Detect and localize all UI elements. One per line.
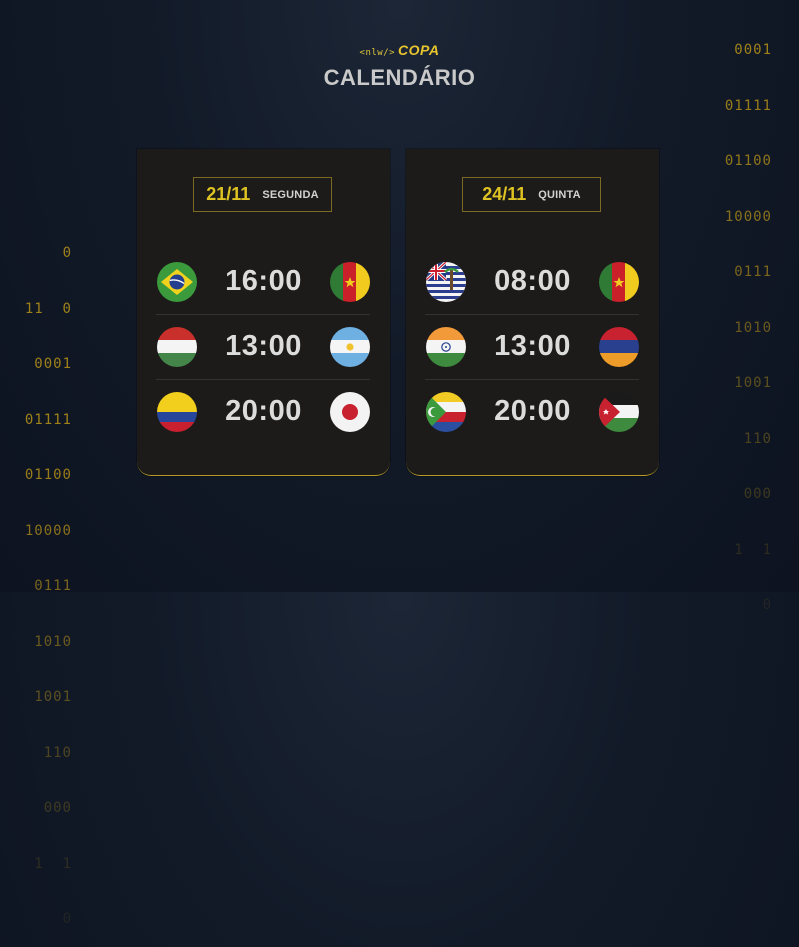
binary-line: 1 1 bbox=[734, 541, 772, 558]
binary-line: 11 0 bbox=[24, 300, 72, 317]
match-time: 20:00 bbox=[494, 395, 571, 427]
match-row[interactable]: 13:00 bbox=[156, 314, 370, 380]
match-row[interactable]: 16:00 bbox=[156, 249, 370, 315]
logo-word: COPA bbox=[398, 42, 440, 58]
binary-line: 1010 bbox=[34, 633, 72, 650]
cameroon-flag-icon bbox=[598, 261, 639, 302]
cameroon-flag-icon bbox=[329, 261, 370, 302]
armenia-flag-icon bbox=[598, 326, 639, 367]
hungary-flag-icon bbox=[157, 326, 197, 367]
binary-line: 0111 bbox=[34, 578, 72, 594]
binary-line: 1001 bbox=[34, 689, 72, 705]
match-time: 20:00 bbox=[225, 395, 302, 427]
binary-line: 01100 bbox=[24, 467, 72, 483]
match-row[interactable]: 13:00 bbox=[425, 314, 639, 380]
date-label: 24/11 bbox=[482, 184, 527, 204]
date-header: 24/11 QUINTA bbox=[462, 177, 601, 212]
logo: <nlw/> COPA bbox=[360, 42, 440, 58]
page-header: <nlw/> COPA CALENDÁRIO bbox=[0, 42, 799, 91]
binary-line: 0 bbox=[762, 597, 772, 613]
binary-decoration-left: 0 11 0 0001 01111 01100 10000 0111 1010 … bbox=[0, 207, 72, 947]
date-label: 21/11 bbox=[206, 184, 251, 204]
binary-line: 000 bbox=[743, 486, 772, 502]
binary-line: 10000 bbox=[724, 208, 772, 225]
india-flag-icon bbox=[426, 326, 466, 367]
logo-tag: <nlw/> bbox=[359, 48, 396, 58]
binary-line: 000 bbox=[43, 800, 72, 816]
date-header: 21/11 SEGUNDA bbox=[193, 177, 332, 212]
page-title: CALENDÁRIO bbox=[323, 65, 476, 90]
british-indian-ocean-territory-flag-icon bbox=[426, 261, 466, 302]
binary-line: 110 bbox=[743, 430, 772, 447]
jordan-flag-icon bbox=[598, 391, 639, 432]
match-row[interactable]: 08:00 bbox=[425, 249, 639, 315]
day-card: 21/11 SEGUNDA 16:00 13:00 20:00 bbox=[137, 149, 390, 476]
argentina-flag-icon bbox=[329, 326, 370, 367]
binary-line: 01111 bbox=[24, 411, 72, 428]
colombia-flag-icon bbox=[157, 391, 197, 432]
binary-line: 1 1 bbox=[34, 855, 72, 872]
match-time: 08:00 bbox=[494, 265, 571, 297]
match-time: 13:00 bbox=[225, 330, 302, 362]
binary-line: 01100 bbox=[724, 153, 772, 169]
japan-flag-icon bbox=[329, 391, 370, 432]
binary-line: 0 bbox=[62, 245, 72, 261]
binary-line: 110 bbox=[43, 744, 72, 761]
binary-line: 1010 bbox=[734, 319, 772, 336]
match-row[interactable]: 20:00 bbox=[425, 379, 639, 444]
binary-line: 1001 bbox=[734, 375, 772, 391]
brazil-flag-icon bbox=[157, 261, 197, 302]
day-card: 24/11 QUINTA 08:00 13:00 20:00 bbox=[406, 149, 659, 476]
binary-line: 01111 bbox=[724, 97, 772, 114]
weekday-label: QUINTA bbox=[538, 188, 581, 201]
match-time: 13:00 bbox=[494, 330, 571, 362]
binary-decoration-right: 0001 01111 01100 10000 0111 1010 1001 11… bbox=[700, 4, 772, 633]
comoros-flag-icon bbox=[426, 391, 466, 432]
match-time: 16:00 bbox=[225, 265, 302, 297]
binary-line: 10000 bbox=[24, 522, 72, 539]
binary-line: 0 bbox=[62, 911, 72, 927]
match-row[interactable]: 20:00 bbox=[156, 379, 370, 444]
binary-line: 0001 bbox=[34, 356, 72, 372]
binary-line: 0111 bbox=[734, 264, 772, 280]
weekday-label: SEGUNDA bbox=[262, 188, 319, 201]
